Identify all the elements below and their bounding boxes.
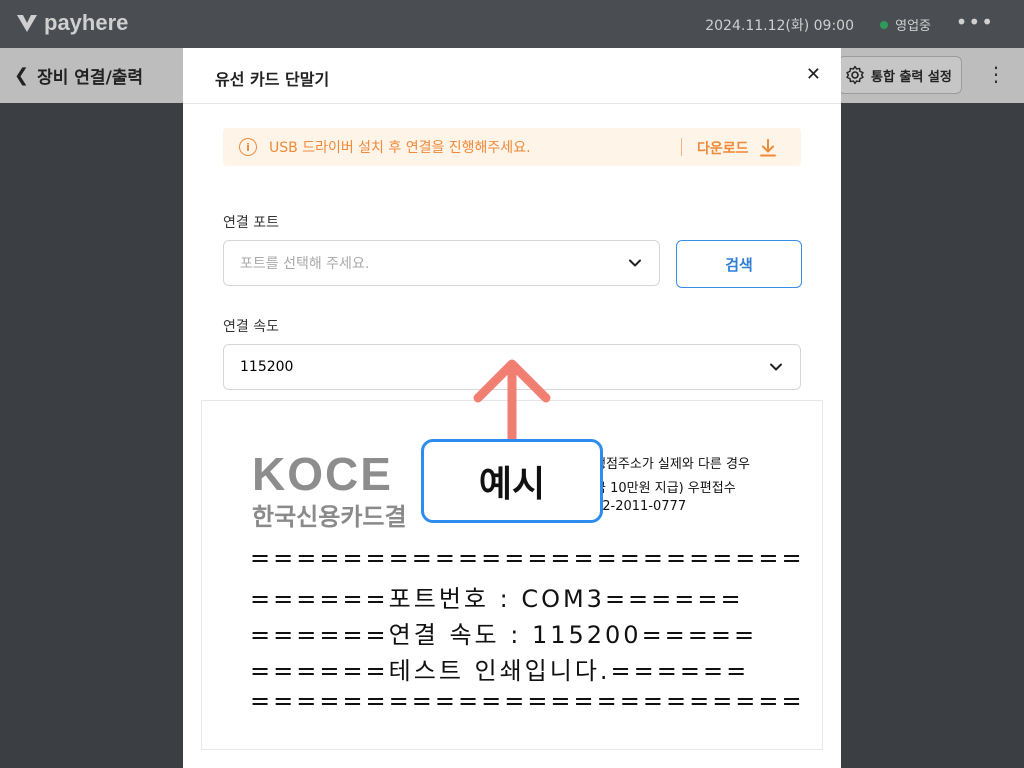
receipt-line: ======연결 속도 : 115200===== bbox=[250, 621, 758, 649]
chevron-down-icon bbox=[629, 259, 641, 267]
receipt-notice-line: 행점주소가 실제와 다른 경우 bbox=[594, 457, 750, 472]
print-settings-label: 통합 출력 설정 bbox=[871, 69, 952, 85]
status-dot-icon bbox=[880, 20, 889, 29]
arrow-up-icon bbox=[473, 359, 551, 446]
modal-divider bbox=[183, 103, 841, 104]
info-icon: i bbox=[239, 138, 257, 156]
datetime: 2024.11.12(화) 09:00 bbox=[705, 18, 854, 34]
download-icon bbox=[759, 139, 776, 157]
port-placeholder: 포트를 선택해 주세요. bbox=[240, 256, 370, 272]
speed-label: 연결 속도 bbox=[223, 319, 279, 335]
receipt-notice-line: 02-2011-0777 bbox=[594, 499, 687, 514]
receipt-line: ======================== bbox=[250, 687, 805, 715]
receipt-notice-line: 금 10만원 지급) 우편접수 bbox=[594, 481, 736, 496]
gear-icon bbox=[846, 65, 864, 85]
more-horizontal-icon[interactable]: ••• bbox=[956, 10, 994, 34]
store-status: 영업중 bbox=[880, 15, 931, 34]
print-settings-button[interactable]: 통합 출력 설정 bbox=[838, 56, 962, 94]
more-vertical-icon[interactable]: ⋮ bbox=[986, 62, 1006, 86]
download-link[interactable]: 다운로드 bbox=[697, 138, 777, 158]
receipt-line: ======================== bbox=[250, 544, 805, 572]
koces-logo: KOCE 한국신용카드결 bbox=[252, 451, 407, 532]
payhere-logo-icon bbox=[17, 15, 37, 32]
koces-logo-subtitle: 한국신용카드결 bbox=[252, 503, 407, 531]
payhere-logo: payhere bbox=[16, 10, 128, 36]
port-label: 연결 포트 bbox=[223, 215, 279, 231]
logo-text: payhere bbox=[44, 10, 129, 35]
usb-driver-notice: i USB 드라이버 설치 후 연결을 진행해주세요. 다운로드 bbox=[223, 128, 801, 166]
speed-value: 115200 bbox=[240, 359, 294, 375]
modal-title: 유선 카드 단말기 bbox=[215, 70, 330, 89]
receipt-line: ======테스트 인쇄입니다.====== bbox=[250, 657, 750, 685]
page-title: 장비 연결/출력 bbox=[37, 68, 144, 88]
example-badge: 예시 bbox=[421, 439, 603, 523]
store-status-label: 영업중 bbox=[895, 19, 931, 34]
top-bar: payhere 2024.11.12(화) 09:00 영업중 ••• bbox=[0, 0, 1024, 48]
notice-divider bbox=[681, 138, 682, 156]
port-search-button[interactable]: 검색 bbox=[676, 240, 802, 288]
back-button[interactable]: ❮ 장비 연결/출력 bbox=[14, 63, 143, 88]
koces-logo-word: KOCE bbox=[252, 448, 393, 500]
receipt-line: ======포트번호 : COM3====== bbox=[250, 585, 744, 613]
chevron-down-icon bbox=[770, 363, 782, 371]
download-label: 다운로드 bbox=[697, 141, 749, 157]
notice-message: USB 드라이버 설치 후 연결을 진행해주세요. bbox=[269, 140, 531, 156]
chevron-left-icon: ❮ bbox=[14, 65, 30, 86]
port-select[interactable]: 포트를 선택해 주세요. bbox=[223, 240, 660, 286]
close-icon[interactable]: ✕ bbox=[806, 64, 821, 85]
